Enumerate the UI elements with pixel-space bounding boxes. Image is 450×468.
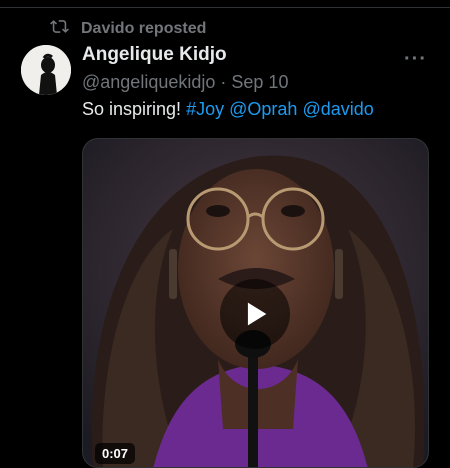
video-player[interactable]: 0:07 [82,138,429,468]
repost-indicator[interactable]: Davido reposted [50,18,206,40]
avatar-silhouette-icon [21,45,71,95]
post-date[interactable]: Sep 10 [231,72,288,92]
hashtag-link[interactable]: #Joy [186,99,224,119]
play-icon [247,302,267,326]
meta-separator: · [220,72,227,92]
repost-icon [50,17,69,41]
mention-link[interactable]: @davido [302,99,373,119]
play-button[interactable] [220,279,290,349]
more-options-button[interactable]: ··· [404,48,427,71]
mention-link[interactable]: @Oprah [229,99,297,119]
tweet-body: So inspiring! [82,99,182,119]
repost-label: Davido reposted [81,20,207,37]
top-divider [0,0,450,8]
avatar[interactable] [21,45,71,95]
author-meta: @angeliquekidjo · Sep 10 [82,72,288,93]
author-handle[interactable]: @angeliquekidjo [82,72,215,92]
author-name[interactable]: Angelique Kidjo [82,44,227,66]
tweet-text: So inspiring! #Joy @Oprah @davido [82,99,374,120]
video-duration: 0:07 [95,443,136,464]
